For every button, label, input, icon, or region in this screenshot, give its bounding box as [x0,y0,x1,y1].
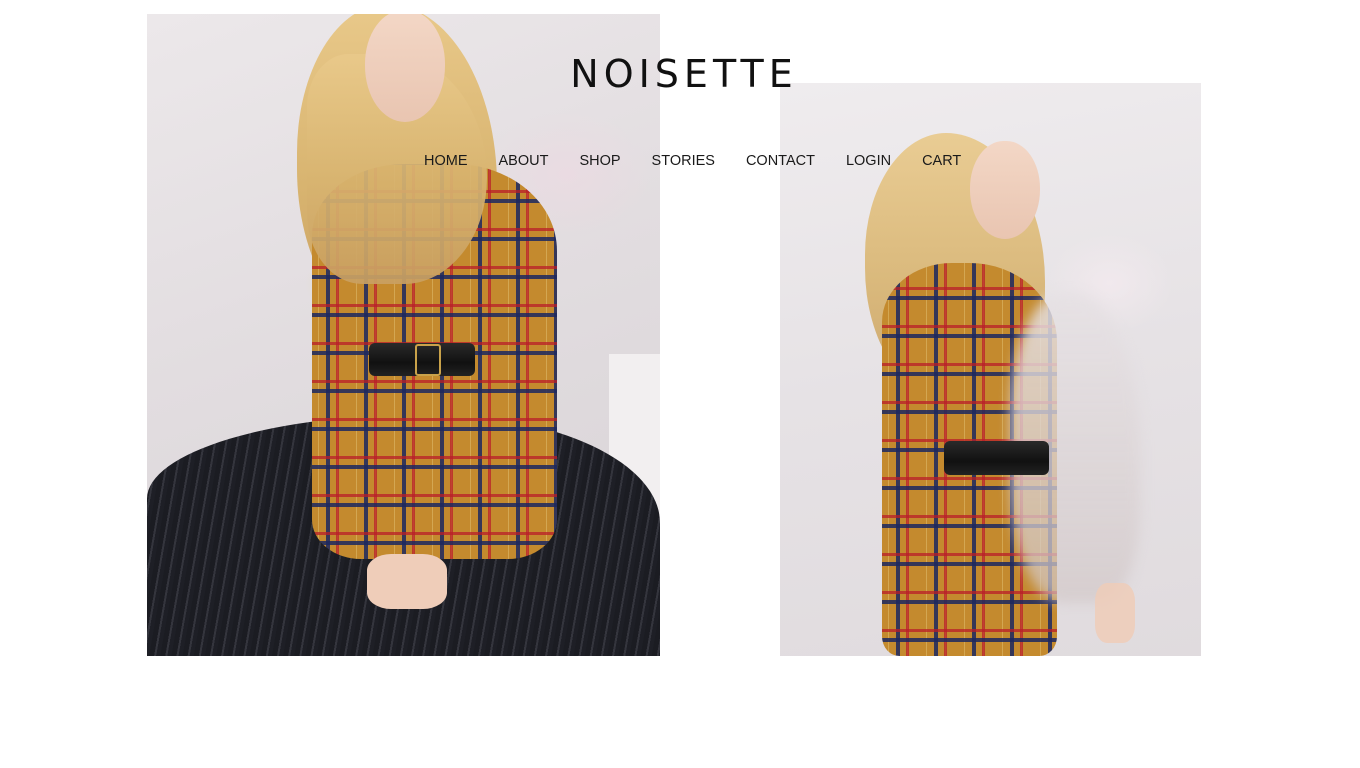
page: NOISETTE HOME ABOUT SHOP STORIES CONTACT… [0,0,1360,768]
belt-buckle [415,344,441,376]
hero-image-seated-model [147,14,660,656]
belt [944,441,1049,475]
face [970,141,1040,239]
nav-shop[interactable]: SHOP [579,152,620,170]
nav-contact[interactable]: CONTACT [746,152,815,170]
main-nav: HOME ABOUT SHOP STORIES CONTACT LOGIN CA… [424,152,961,170]
nav-about[interactable]: ABOUT [499,152,549,170]
hands [367,554,447,609]
brand-logo[interactable]: NOISETTE [560,52,808,96]
nav-stories[interactable]: STORIES [652,152,715,170]
face [365,14,445,122]
nav-cart[interactable]: CART [922,152,961,170]
nav-login[interactable]: LOGIN [846,152,891,170]
nav-home[interactable]: HOME [424,152,468,170]
hand [1095,583,1135,643]
